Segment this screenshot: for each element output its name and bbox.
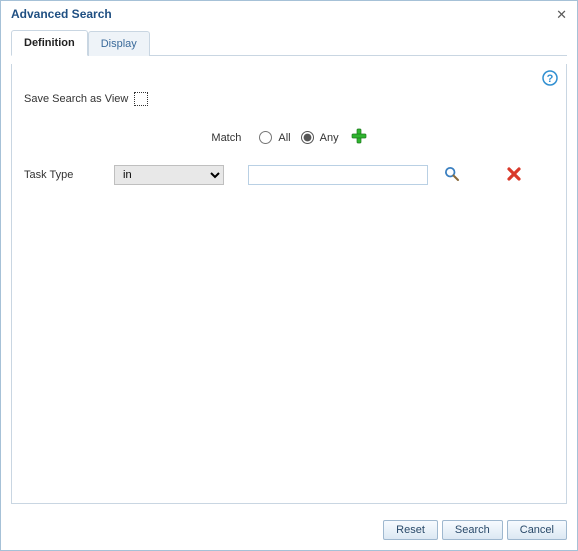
definition-panel: ? Save Search as View Match All Any [11, 64, 567, 504]
cancel-button[interactable]: Cancel [507, 520, 567, 540]
tabs-container: Definition Display [1, 27, 577, 56]
match-row: Match All Any [24, 128, 554, 147]
criteria-row: Task Type in [24, 165, 554, 185]
save-as-view-checkbox[interactable] [134, 92, 148, 106]
dialog-title: Advanced Search [11, 7, 112, 21]
criteria-value-input[interactable] [248, 165, 428, 185]
reset-button[interactable]: Reset [383, 520, 438, 540]
lookup-icon[interactable] [444, 166, 460, 185]
match-all-radio[interactable] [259, 131, 272, 144]
match-all-label: All [278, 132, 290, 144]
match-radio-group: All Any [253, 131, 338, 144]
tab-definition[interactable]: Definition [11, 30, 88, 56]
advanced-search-dialog: Advanced Search ✕ Definition Display ? S… [0, 0, 578, 551]
save-as-view-label: Save Search as View [24, 93, 128, 105]
svg-text:?: ? [547, 73, 554, 85]
match-any-label: Any [320, 132, 339, 144]
close-icon[interactable]: ✕ [554, 8, 569, 21]
dialog-footer: Reset Search Cancel [1, 512, 577, 550]
search-button[interactable]: Search [442, 520, 503, 540]
tab-display[interactable]: Display [88, 31, 150, 56]
criteria-field-label: Task Type [24, 169, 104, 181]
remove-criteria-icon[interactable] [506, 166, 522, 185]
add-criteria-icon[interactable] [351, 128, 367, 147]
titlebar: Advanced Search ✕ [1, 1, 577, 27]
tabstrip: Definition Display [11, 29, 567, 56]
save-as-view-row: Save Search as View [24, 92, 554, 106]
match-any-radio[interactable] [301, 131, 314, 144]
help-icon[interactable]: ? [542, 70, 558, 86]
match-label: Match [211, 132, 241, 144]
operator-select[interactable]: in [114, 165, 224, 185]
